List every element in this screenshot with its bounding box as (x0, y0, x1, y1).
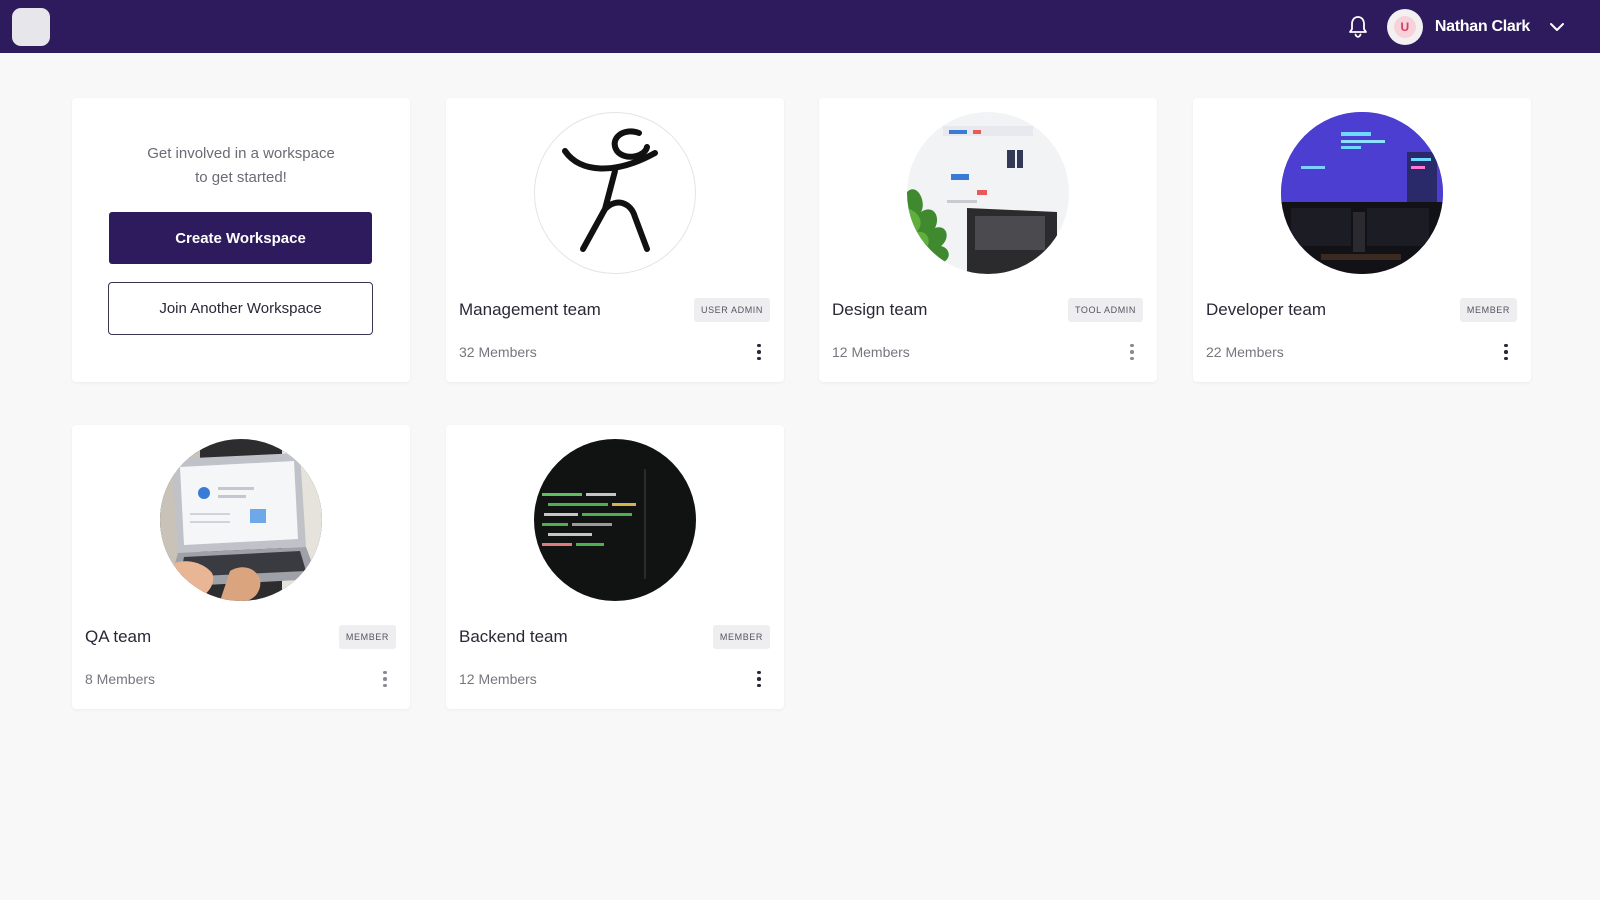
role-badge: USER ADMIN (693, 298, 770, 322)
member-count: 8 Members (85, 671, 156, 687)
member-count: 22 Members (1206, 344, 1284, 360)
join-workspace-button[interactable]: Join Another Workspace (108, 282, 373, 335)
user-avatar[interactable]: U (1386, 8, 1423, 45)
user-name[interactable]: Nathan Clark (1435, 18, 1530, 36)
more-options-icon[interactable] (378, 667, 392, 691)
role-badge: MEMBER (1459, 298, 1517, 322)
role-badge: MEMBER (338, 625, 396, 649)
workspace-name: QA team (85, 627, 152, 646)
role-badge: MEMBER (712, 625, 770, 649)
workspace-name: Developer team (1206, 300, 1327, 319)
workspace-card-qa[interactable]: QA team MEMBER 8 Members (72, 425, 410, 709)
member-count: 32 Members (459, 344, 537, 360)
member-count: 12 Members (832, 344, 910, 360)
get-started-card: Get involved in a workspace to get start… (72, 98, 410, 382)
more-options-icon[interactable] (752, 340, 766, 364)
workspace-image (534, 439, 696, 601)
app-logo[interactable] (12, 7, 50, 46)
notification-bell-icon[interactable] (1345, 14, 1371, 40)
workspace-name: Backend team (459, 627, 568, 646)
workspace-image (907, 112, 1069, 274)
workspace-image (160, 439, 322, 601)
workspace-name: Design team (832, 300, 928, 319)
workspace-name: Management team (459, 300, 601, 319)
create-workspace-button[interactable]: Create Workspace (109, 212, 372, 264)
top-navbar: U Nathan Clark (0, 0, 1600, 53)
workspace-image (1281, 112, 1443, 274)
get-started-message: Get involved in a workspace to get start… (147, 145, 335, 186)
role-badge: TOOL ADMIN (1067, 298, 1143, 322)
user-area: U Nathan Clark (1345, 8, 1588, 45)
workspace-card-design[interactable]: Design team TOOL ADMIN 12 Members (819, 98, 1157, 382)
more-options-icon[interactable] (752, 667, 766, 691)
more-options-icon[interactable] (1499, 340, 1513, 364)
more-options-icon[interactable] (1125, 340, 1139, 364)
workspace-card-backend[interactable]: Backend team MEMBER 12 Members (446, 425, 784, 709)
member-count: 12 Members (459, 671, 537, 687)
workspace-card-developer[interactable]: Developer team MEMBER 22 Members (1193, 98, 1531, 382)
workspace-image (534, 112, 696, 274)
chevron-down-icon[interactable] (1546, 16, 1568, 38)
avatar-initial: U (1393, 15, 1416, 38)
workspace-card-management[interactable]: Management team USER ADMIN 32 Members (446, 98, 784, 382)
